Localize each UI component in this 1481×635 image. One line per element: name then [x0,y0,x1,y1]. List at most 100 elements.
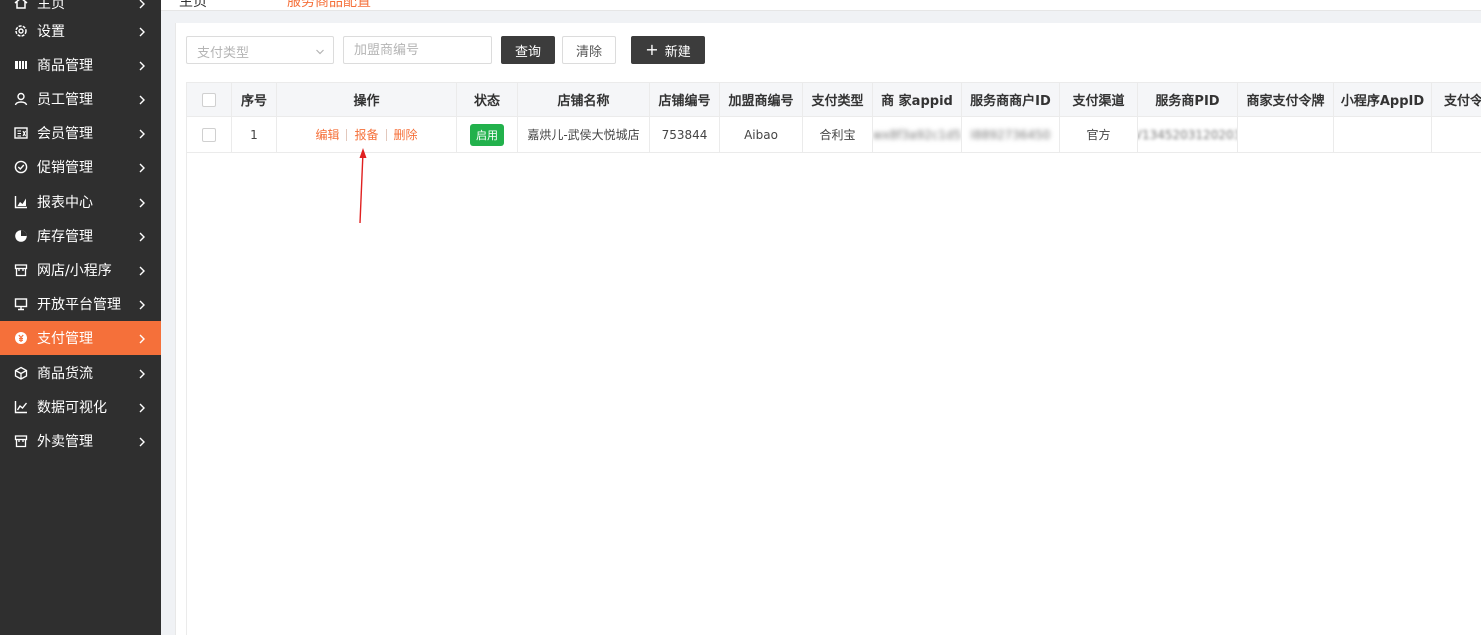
sidebar-item-label: 设置 [37,24,65,40]
chevron-right-icon [137,94,147,105]
cell-store-name: 嘉烘儿-武侯大悦城店 [518,117,650,152]
sidebar-item-label: 库存管理 [37,229,93,245]
sidebar-item-label: 报表中心 [37,195,93,211]
sidebar-item-label: 主页 [37,0,65,12]
sidebar-item-label: 商品管理 [37,58,93,74]
clear-button[interactable]: 清除 [562,36,616,64]
query-button[interactable]: 查询 [501,36,555,64]
chevron-right-icon [137,265,147,276]
chevron-right-icon [137,197,147,208]
sidebar-item-settings[interactable]: 设置 [0,14,161,48]
chevron-right-icon [137,231,147,242]
cell-merchant-appid: wx8f3a92c1d5 [873,117,962,152]
home-icon [14,0,28,10]
sidebar-item-label: 开放平台管理 [37,297,121,313]
sidebar-item-payment[interactable]: 支付管理 [0,321,161,355]
line-chart-icon [14,400,28,414]
monitor-icon [14,297,28,311]
app-window: 主页 设置 商品管理 员工管理 会员管理 促销管理 报表中心 库存管理 网店/小… [0,0,1481,635]
payment-icon [14,331,28,345]
sidebar-item-data-visualization[interactable]: 数据可视化 [0,390,161,424]
sidebar-item-promotions[interactable]: 促销管理 [0,150,161,184]
sidebar-item-label: 外卖管理 [37,434,93,450]
header-franchisee-no: 加盟商编号 [720,83,803,116]
chevron-right-icon [137,128,147,139]
edit-link[interactable]: 编辑 [315,126,339,143]
tab-active[interactable]: 服务商品配置 [287,0,371,10]
divider [385,128,387,141]
chevron-right-icon [137,436,147,447]
gear-icon [14,24,28,38]
sidebar-item-label: 支付管理 [37,331,93,347]
header-store-no: 店铺编号 [650,83,720,116]
sidebar-item-reports[interactable]: 报表中心 [0,185,161,219]
plus-icon: + [645,40,659,59]
chevron-right-icon [137,26,147,37]
cell-merchant-pay-token [1238,117,1334,152]
header-index: 序号 [232,83,277,116]
sidebar-item-label: 会员管理 [37,126,93,142]
cell-ops: 编辑 报备 删除 [277,117,457,152]
sidebar-item-staff[interactable]: 员工管理 [0,82,161,116]
storefront-icon [14,263,28,277]
header-provider-pid: 服务商PID [1138,83,1238,116]
header-ops: 操作 [277,83,457,116]
delete-link[interactable]: 删除 [394,126,418,143]
sidebar-item-products[interactable]: 商品管理 [0,48,161,82]
pie-chart-icon [14,229,28,243]
cell-pay-token-2 [1432,117,1481,152]
provider-pid-value: V1345203120203 [1138,127,1238,142]
data-table: 序号 操作 状态 店铺名称 店铺编号 加盟商编号 支付类型 商 家appid 服… [186,82,1481,635]
cell-provider-pid: V1345203120203 [1138,117,1238,152]
cell-pay-channel: 官方 [1060,117,1138,152]
cell-mini-app-id [1334,117,1432,152]
new-button[interactable]: + 新建 [631,36,705,64]
chevron-right-icon [137,333,147,344]
pay-type-select[interactable]: 支付类型 [186,36,334,64]
sidebar-item-inventory[interactable]: 库存管理 [0,219,161,253]
barcode-icon [14,58,28,72]
cube-icon [14,366,28,380]
header-store-name: 店铺名称 [518,83,650,116]
sidebar-item-label: 员工管理 [37,92,93,108]
header-provider-merchant-id: 服务商商户ID [962,83,1060,116]
sidebar: 主页 设置 商品管理 员工管理 会员管理 促销管理 报表中心 库存管理 网店/小… [0,0,161,635]
sidebar-item-open-platform[interactable]: 开放平台管理 [0,287,161,321]
sidebar-item-label: 网店/小程序 [37,263,112,279]
provider-merchant-id-value: I8892736450 [970,127,1051,142]
sidebar-item-label: 促销管理 [37,160,93,176]
cell-pay-type: 合利宝 [803,117,873,152]
sidebar-item-takeout[interactable]: 外卖管理 [0,424,161,458]
sidebar-item-label: 商品货流 [37,366,93,382]
merchant-appid-value: wx8f3a92c1d5 [873,127,962,142]
pay-type-placeholder: 支付类型 [197,46,250,61]
tab-home[interactable]: 主页 [179,0,207,10]
chevron-right-icon [137,299,147,310]
cell-provider-merchant-id: I8892736450 [962,117,1060,152]
chevron-right-icon [137,60,147,71]
header-pay-type: 支付类型 [803,83,873,116]
sidebar-item-members[interactable]: 会员管理 [0,116,161,150]
check-circle-icon [14,160,28,174]
report-link[interactable]: 报备 [354,126,378,143]
new-button-label: 新建 [664,44,691,60]
chevron-right-icon [137,368,147,379]
bar-chart-icon [14,195,28,209]
chevron-right-icon [137,0,147,9]
select-all-checkbox[interactable] [202,92,216,107]
header-select-all [187,83,232,116]
franchisee-no-input[interactable] [343,36,492,64]
header-status: 状态 [457,83,518,116]
member-card-icon [14,126,28,140]
cell-franchisee-no: Aibao [720,117,803,152]
header-merchant-appid: 商 家appid [873,83,962,116]
row-select [187,117,232,152]
chevron-down-icon [315,46,325,56]
row-checkbox[interactable] [202,127,216,142]
header-merchant-pay-token: 商家支付令牌 [1238,83,1334,116]
sidebar-item-online-store[interactable]: 网店/小程序 [0,253,161,287]
staff-icon [14,92,28,106]
storefront-icon [14,434,28,448]
sidebar-item-goods-flow[interactable]: 商品货流 [0,356,161,390]
divider [346,128,348,141]
